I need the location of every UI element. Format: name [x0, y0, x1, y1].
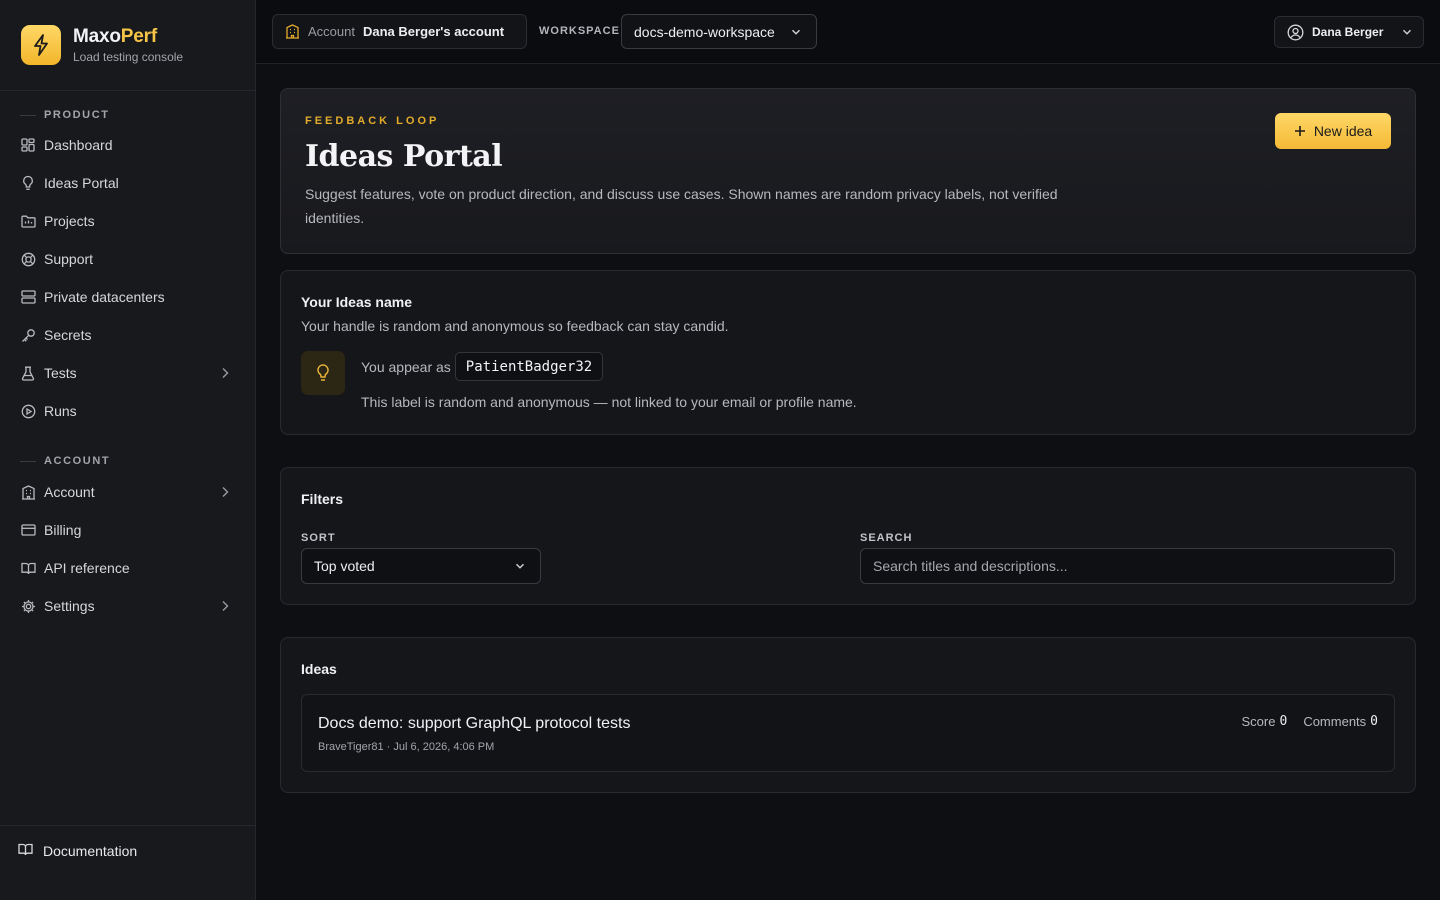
- plus-icon: [1294, 125, 1306, 137]
- chevron-down-icon: [791, 29, 801, 35]
- lifebuoy-icon: [20, 251, 36, 267]
- section-subtitle: Your handle is random and anonymous so f…: [301, 318, 729, 334]
- brand-name: MaxoPerf: [73, 25, 157, 47]
- user-name: Dana Berger: [1312, 25, 1384, 39]
- workspace-label: WORKSPACE: [539, 25, 620, 37]
- sidebar-item-label: Private datacenters: [44, 289, 165, 305]
- sidebar-item-private-datacenters[interactable]: Private datacenters: [12, 280, 244, 314]
- page-title: Ideas Portal: [305, 139, 503, 174]
- sidebar-item-dashboard[interactable]: Dashboard: [12, 128, 244, 162]
- idea-score: Score 0: [1241, 714, 1288, 729]
- book-icon: [20, 560, 36, 576]
- lightbulb-icon: [20, 175, 36, 191]
- divider: [0, 90, 255, 91]
- sidebar-item-label: API reference: [44, 560, 130, 576]
- idea-comments: Comments 0: [1303, 714, 1378, 729]
- handle-badge: PatientBadger32: [454, 352, 604, 381]
- sidebar-item-billing[interactable]: Billing: [12, 513, 244, 547]
- sidebar-item-label: Ideas Portal: [44, 175, 119, 191]
- idea-meta: BraveTiger81 · Jul 6, 2026, 4:06 PM: [318, 741, 495, 753]
- section-title: Filters: [301, 491, 344, 507]
- lightbulb-icon: [301, 351, 345, 395]
- divider: [0, 825, 255, 826]
- eyebrow: FEEDBACK LOOP: [305, 115, 440, 127]
- page-description: Suggest features, vote on product direct…: [305, 186, 1058, 226]
- sidebar-item-support[interactable]: Support: [12, 242, 244, 276]
- sidebar-item-ideas-portal[interactable]: Ideas Portal: [12, 166, 244, 200]
- sidebar-item-label: Account: [44, 484, 95, 500]
- user-menu-button[interactable]: Dana Berger: [1274, 16, 1424, 48]
- workspace-select[interactable]: docs-demo-workspace: [621, 14, 817, 49]
- brand[interactable]: MaxoPerf Load testing console: [21, 25, 183, 65]
- idea-stats: Score 0 Comments 0: [1226, 714, 1378, 729]
- user-circle-icon: [1287, 24, 1304, 40]
- key-icon: [20, 327, 36, 343]
- chevron-right-icon[interactable]: [218, 366, 232, 380]
- section-title: Your Ideas name: [301, 294, 413, 310]
- section-title: Ideas: [301, 661, 337, 677]
- chevron-down-icon: [515, 563, 525, 569]
- sidebar-item-projects[interactable]: Projects: [12, 204, 244, 238]
- sidebar-item-runs[interactable]: Runs: [12, 394, 244, 428]
- idea-item[interactable]: Docs demo: support GraphQL protocol test…: [301, 694, 1395, 772]
- sort-label: SORT: [301, 532, 336, 544]
- sidebar-item-label: Tests: [44, 365, 77, 381]
- documentation-link[interactable]: Documentation: [18, 843, 137, 859]
- section-label-product: PRODUCT: [20, 109, 110, 121]
- sidebar-item-label: Support: [44, 251, 94, 267]
- dashboard-icon: [20, 137, 36, 153]
- sidebar-item-tests[interactable]: Tests: [12, 356, 244, 390]
- credit-card-icon: [20, 522, 36, 538]
- hero-card: FEEDBACK LOOP Ideas Portal Suggest featu…: [280, 88, 1416, 254]
- sidebar-item-api-reference[interactable]: API reference: [12, 551, 244, 585]
- bolt-icon: [21, 25, 61, 65]
- ideas-card: Ideas Docs demo: support GraphQL protoco…: [280, 637, 1416, 793]
- search-label: SEARCH: [860, 532, 913, 544]
- new-idea-button[interactable]: New idea: [1275, 113, 1391, 149]
- brand-subtitle: Load testing console: [73, 49, 184, 64]
- topbar: Account Dana Berger's account WORKSPACE …: [256, 0, 1440, 64]
- account-label: Account: [308, 24, 355, 39]
- folder-icon: [20, 213, 36, 229]
- sidebar-item-account[interactable]: Account: [12, 475, 244, 509]
- sidebar-item-label: Runs: [44, 403, 77, 419]
- gear-icon: [20, 598, 36, 614]
- building-icon: [20, 484, 36, 500]
- filters-card: Filters SORT Top voted SEARCH: [280, 467, 1416, 605]
- sidebar-item-settings[interactable]: Settings: [12, 589, 244, 623]
- new-idea-label: New idea: [1313, 123, 1373, 139]
- account-value: Dana Berger's account: [362, 24, 505, 39]
- chevron-down-icon: [1402, 29, 1412, 35]
- flask-icon: [20, 365, 36, 381]
- chevron-right-icon[interactable]: [218, 599, 232, 613]
- search-input[interactable]: [860, 548, 1395, 584]
- sidebar-item-secrets[interactable]: Secrets: [12, 318, 244, 352]
- idea-title[interactable]: Docs demo: support GraphQL protocol test…: [318, 715, 630, 733]
- sidebar-item-label: Secrets: [44, 327, 92, 343]
- ideas-name-card: Your Ideas name Your handle is random an…: [280, 270, 1416, 435]
- play-icon: [20, 403, 36, 419]
- sort-value: Top voted: [314, 558, 375, 574]
- server-icon: [20, 289, 36, 305]
- workspace-value: docs-demo-workspace: [634, 23, 775, 40]
- handle-note: This label is random and anonymous — not…: [361, 394, 857, 410]
- sort-select[interactable]: Top voted: [301, 548, 541, 584]
- appear-prefix: You appear as: [361, 358, 451, 375]
- sidebar-item-label: Projects: [44, 213, 95, 229]
- chevron-right-icon[interactable]: [218, 485, 232, 499]
- book-icon: [18, 843, 34, 859]
- section-label-account: ACCOUNT: [20, 455, 110, 467]
- sidebar-item-label: Billing: [44, 522, 82, 538]
- documentation-label: Documentation: [43, 843, 138, 859]
- sidebar-item-label: Settings: [44, 598, 95, 614]
- account-switcher[interactable]: Account Dana Berger's account: [272, 14, 527, 49]
- sidebar: MaxoPerf Load testing console PRODUCT Da…: [0, 0, 256, 900]
- sidebar-item-label: Dashboard: [44, 137, 113, 153]
- handle-row: You appear as PatientBadger32: [361, 352, 604, 381]
- building-icon: [286, 24, 299, 39]
